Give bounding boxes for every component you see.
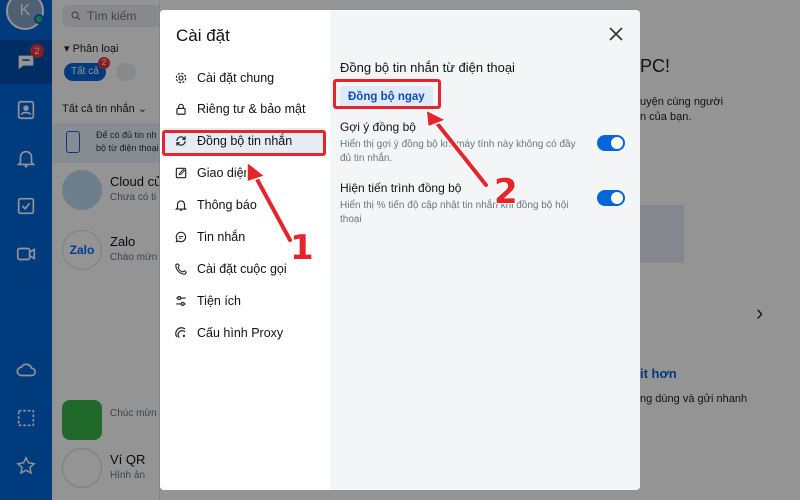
section-title: Đồng bộ tin nhắn từ điện thoại — [340, 60, 515, 75]
phone-icon — [175, 263, 187, 275]
step-number-1: 1 — [289, 227, 315, 269]
menu-privacy[interactable]: Riêng tư & bảo mật — [164, 96, 324, 122]
lock-icon — [176, 103, 186, 115]
proxy-icon — [175, 327, 186, 339]
menu-label: Giao diện — [197, 166, 251, 180]
highlight-sync-now — [333, 79, 441, 109]
step-number-2: 2 — [493, 171, 519, 213]
menu-label: Tin nhắn — [197, 230, 246, 244]
highlight-menu-sync — [162, 130, 326, 156]
toggle-suggest-sync[interactable] — [597, 135, 625, 151]
sliders-icon — [176, 296, 186, 306]
toggle-show-progress[interactable] — [597, 190, 625, 206]
menu-general[interactable]: Cài đặt chung — [164, 65, 324, 91]
bell-icon — [174, 200, 188, 212]
close-icon[interactable] — [608, 26, 624, 42]
dialog-title: Cài đặt — [176, 26, 230, 45]
option-title-suggest: Gợi ý đồng bộ — [340, 120, 416, 134]
menu-notifications[interactable]: Thông báo — [164, 192, 324, 218]
gear-icon — [175, 72, 187, 84]
menu-label: Riêng tư & bảo mật — [197, 102, 306, 116]
menu-label: Cấu hình Proxy — [197, 326, 284, 340]
edit-icon — [175, 167, 187, 179]
menu-label: Cài đặt chung — [197, 71, 275, 85]
menu-label: Tiện ích — [197, 294, 242, 308]
option-title-progress: Hiện tiến trình đồng bộ — [340, 181, 462, 195]
option-desc-suggest: Hiển thị gợi ý đồng bộ khi máy tính này … — [340, 139, 576, 164]
menu-label: Cài đặt cuộc gọi — [197, 262, 287, 276]
menu-label: Thông báo — [197, 198, 257, 212]
menu-appearance[interactable]: Giao diện — [164, 160, 324, 186]
option-desc-progress: Hiển thị % tiến độ cập nhật tin nhắn khi… — [340, 200, 569, 225]
menu-utilities[interactable]: Tiện ích — [164, 288, 324, 314]
menu-proxy[interactable]: Cấu hình Proxy — [164, 320, 324, 346]
message-icon — [175, 231, 187, 243]
